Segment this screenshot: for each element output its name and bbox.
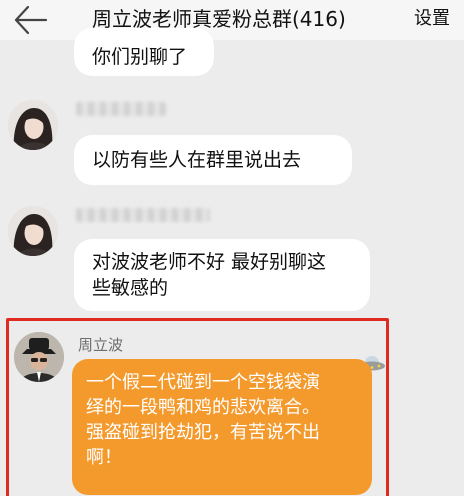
message-line: 啊！: [86, 447, 122, 468]
message-list[interactable]: 你们别聊了 以防有些人在群里说出去 对波波老师不好 最好别聊这 些敏感的 周立波…: [0, 28, 464, 496]
arrow-left-icon[interactable]: [12, 4, 48, 36]
blurred-sender-name: [76, 208, 210, 222]
settings-button[interactable]: 设置: [414, 7, 450, 31]
chat-header: 周立波老师真爱粉总群(416) 设置: [0, 0, 464, 40]
message-line: 对波波老师不好 最好别聊这: [92, 251, 327, 273]
avatar[interactable]: [14, 332, 64, 382]
message-line: 绎的一段鸭和鸡的悲欢离合。: [86, 397, 320, 418]
avatar[interactable]: [8, 100, 58, 150]
message-bubble: 对波波老师不好 最好别聊这 些敏感的: [74, 239, 370, 311]
message-line: 强盗碰到抢劫犯，有苦说不出: [86, 422, 320, 443]
message-bubble: 以防有些人在群里说出去: [74, 135, 352, 185]
message-line: 一个假二代碰到一个空钱袋演: [86, 372, 320, 393]
message-line: 些敏感的: [92, 277, 169, 299]
message-bubble-highlighted: 一个假二代碰到一个空钱袋演 绎的一段鸭和鸡的悲欢离合。 强盗碰到抢劫犯，有苦说不…: [72, 359, 372, 495]
message-bubble: 你们别聊了: [74, 28, 214, 76]
blurred-sender-name: [76, 102, 166, 116]
avatar[interactable]: [8, 206, 58, 256]
sender-name: 周立波: [78, 336, 124, 354]
